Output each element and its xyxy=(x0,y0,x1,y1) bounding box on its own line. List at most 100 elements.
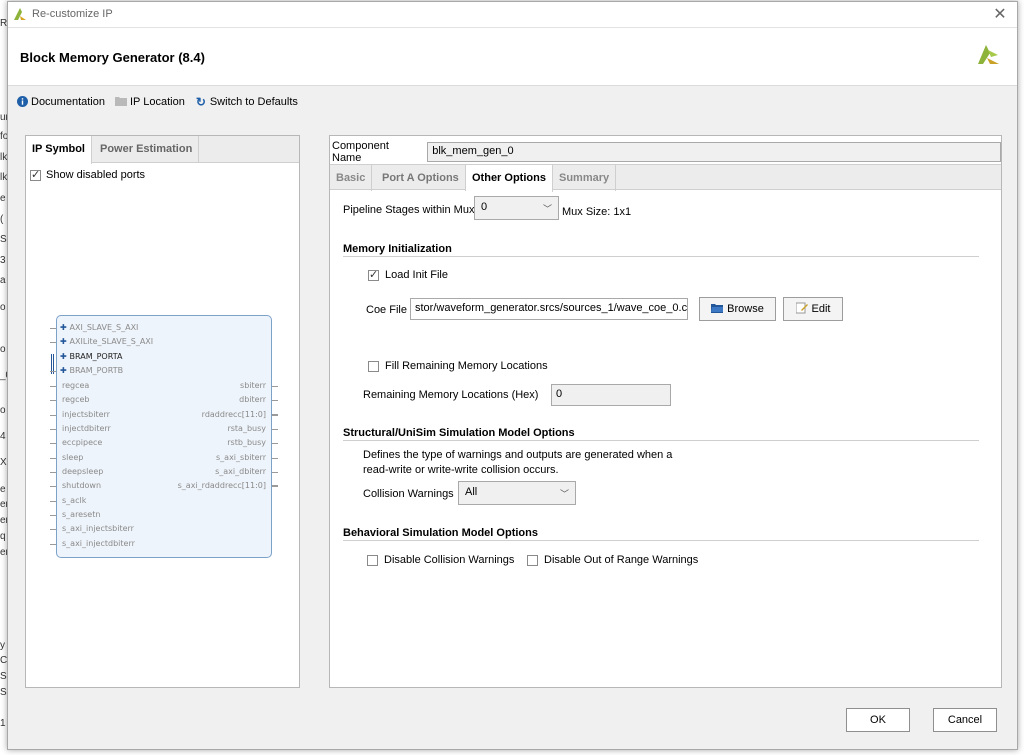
title-bar[interactable]: Re-customize IP ✕ xyxy=(8,2,1017,28)
port-s-aresetn: s_aresetn xyxy=(62,510,101,519)
port-s-axi-dbiterr: s_axi_dbiterr xyxy=(215,467,266,476)
disable-collision-checkbox[interactable] xyxy=(367,554,378,566)
edit-label: Edit xyxy=(811,303,831,315)
bus-port-axilite-slave[interactable]: ✚ AXILite_SLAVE_S_AXI xyxy=(60,337,153,346)
collision-warnings-label: Collision Warnings xyxy=(363,488,454,500)
documentation-button[interactable]: Documentation xyxy=(16,94,105,110)
pin-line xyxy=(50,472,56,473)
port-s-axi-injectdbiterr: s_axi_injectdbiterr xyxy=(62,539,135,548)
load-init-row: Load Init File xyxy=(368,268,448,281)
section-divider xyxy=(343,540,979,541)
pin-line xyxy=(272,414,278,416)
fill-remaining-checkbox[interactable] xyxy=(368,360,379,372)
port-regcea: regcea xyxy=(62,381,90,390)
port-s-axi-injectsbiterr: s_axi_injectsbiterr xyxy=(62,524,134,533)
port-sbiterr: sbiterr xyxy=(240,381,266,390)
close-icon[interactable]: ✕ xyxy=(991,6,1009,24)
edit-button[interactable]: Edit xyxy=(783,297,843,321)
ok-button[interactable]: OK xyxy=(846,708,910,732)
switch-defaults-button[interactable]: ↻ Switch to Defaults xyxy=(195,94,298,110)
bus-port-bram-porta[interactable]: ✚ BRAM_PORTA xyxy=(60,352,122,361)
disable-collision-label: Disable Collision Warnings xyxy=(384,554,515,566)
switch-defaults-label: Switch to Defaults xyxy=(209,96,298,108)
bus-port-axi-slave[interactable]: ✚ AXI_SLAVE_S_AXI xyxy=(60,323,138,332)
port-deepsleep: deepsleep xyxy=(62,467,104,476)
recustomize-ip-dialog: Re-customize IP ✕ Block Memory Generator… xyxy=(7,1,1018,750)
pipeline-stages-select[interactable]: 0 ﹀ xyxy=(474,196,559,220)
pin-line xyxy=(272,485,278,487)
pin-line xyxy=(50,458,56,459)
ip-location-label: IP Location xyxy=(130,96,185,108)
documentation-label: Documentation xyxy=(31,96,105,108)
show-disabled-ports-checkbox[interactable] xyxy=(30,168,41,181)
edit-icon xyxy=(795,302,808,317)
ip-location-button[interactable]: IP Location xyxy=(115,94,185,110)
remaining-memory-label: Remaining Memory Locations (Hex) xyxy=(363,389,539,401)
coe-file-input[interactable]: stor/waveform_generator.srcs/sources_1/w… xyxy=(410,298,688,320)
tab-summary[interactable]: Summary xyxy=(553,165,617,191)
behavioral-heading: Behavioral Simulation Model Options xyxy=(343,527,538,539)
port-injectsbiterr: injectsbiterr xyxy=(62,410,110,419)
pipeline-stages-value: 0 xyxy=(481,201,488,213)
port-regceb: regceb xyxy=(62,395,90,404)
pin-line xyxy=(272,386,278,387)
pipeline-stages-label: Pipeline Stages within Mux xyxy=(343,204,475,216)
port-eccpipece: eccpipece xyxy=(62,438,103,447)
tab-basic[interactable]: Basic xyxy=(330,165,373,191)
collision-warnings-value: All xyxy=(465,486,478,498)
component-name-row: Component Name blk_mem_gen_0 xyxy=(332,140,1001,164)
refresh-icon: ↻ xyxy=(195,95,206,109)
folder-icon xyxy=(115,96,127,108)
window-title: Re-customize IP xyxy=(32,8,113,20)
tab-other-options[interactable]: Other Options xyxy=(466,165,553,192)
cancel-button[interactable]: Cancel xyxy=(933,708,997,732)
disable-range-checkbox[interactable] xyxy=(527,554,538,566)
disable-collision-row: Disable Collision Warnings xyxy=(367,554,514,566)
pin-line xyxy=(272,443,278,444)
fill-remaining-label: Fill Remaining Memory Locations xyxy=(385,360,548,372)
options-tab-bar: Basic Port A Options Other Options Summa… xyxy=(330,164,1001,192)
folder-icon xyxy=(711,303,724,316)
ip-symbol-block: ✚ AXI_SLAVE_S_AXI ✚ AXILite_SLAVE_S_AXI … xyxy=(50,315,278,558)
dialog-header: Block Memory Generator (8.4) xyxy=(8,28,1017,86)
tab-power-estimation[interactable]: Power Estimation xyxy=(94,136,200,163)
left-tab-bar: IP Symbol Power Estimation xyxy=(26,136,299,164)
structural-heading: Structural/UniSim Simulation Model Optio… xyxy=(343,427,575,439)
collision-warnings-select[interactable]: All ﹀ xyxy=(458,481,576,505)
ip-title: Block Memory Generator (8.4) xyxy=(20,50,205,65)
structural-description-line1: Defines the type of warnings and outputs… xyxy=(363,449,673,461)
component-name-label: Component Name xyxy=(332,140,389,164)
coe-file-label: Coe File xyxy=(366,304,407,316)
port-rsta-busy: rsta_busy xyxy=(227,424,266,433)
component-name-field[interactable]: blk_mem_gen_0 xyxy=(427,142,1001,162)
pin-line xyxy=(272,458,278,459)
pin-line xyxy=(50,415,56,416)
port-shutdown: shutdown xyxy=(62,481,102,490)
section-divider xyxy=(343,440,979,441)
browse-label: Browse xyxy=(727,303,764,315)
port-s-aclk: s_aclk xyxy=(62,496,87,505)
options-panel: Component Name blk_mem_gen_0 Basic Port … xyxy=(329,135,1002,688)
pin-line xyxy=(50,371,56,372)
chevron-down-icon: ﹀ xyxy=(559,489,569,499)
pin-line xyxy=(50,400,56,401)
pin-line xyxy=(50,328,56,329)
memory-init-heading: Memory Initialization xyxy=(343,243,452,255)
browse-button[interactable]: Browse xyxy=(699,297,776,321)
bus-port-bram-portb[interactable]: ✚ BRAM_PORTB xyxy=(60,366,123,375)
tab-ip-symbol[interactable]: IP Symbol xyxy=(26,136,92,164)
mux-size-label: Mux Size: 1x1 xyxy=(562,206,632,218)
pin-line xyxy=(50,429,56,430)
disable-range-row: Disable Out of Range Warnings xyxy=(527,554,698,566)
disable-range-label: Disable Out of Range Warnings xyxy=(544,554,699,566)
load-init-checkbox[interactable] xyxy=(368,268,379,281)
port-sleep: sleep xyxy=(62,453,84,462)
tab-port-a-options[interactable]: Port A Options xyxy=(376,165,466,191)
pin-line xyxy=(50,486,56,487)
show-disabled-ports-row: Show disabled ports xyxy=(30,168,145,181)
pin-line xyxy=(50,529,56,530)
chevron-down-icon: ﹀ xyxy=(542,204,552,214)
remaining-memory-input[interactable]: 0 xyxy=(551,384,671,406)
port-s-axi-rdaddrecc: s_axi_rdaddrecc[11:0] xyxy=(177,481,266,490)
pin-line xyxy=(272,472,278,473)
